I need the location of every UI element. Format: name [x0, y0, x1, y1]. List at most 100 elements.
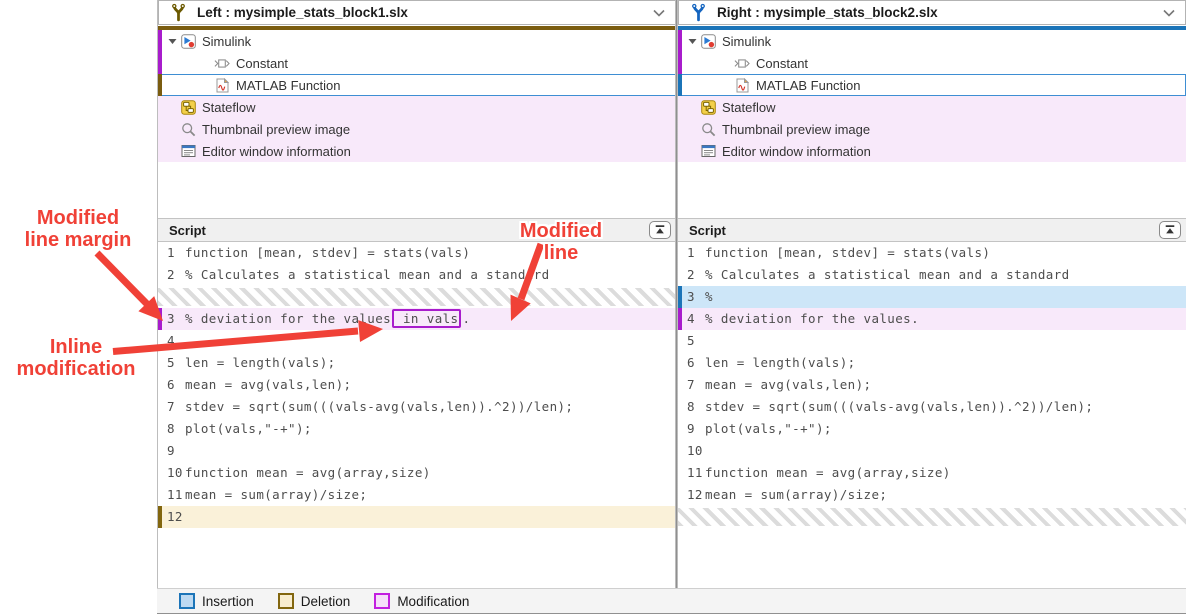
line-text: mean = sum(array)/size;: [705, 487, 887, 502]
left-script-header: Script: [158, 218, 676, 242]
line-number: 2: [687, 264, 705, 286]
code-line-3[interactable]: 3%: [678, 286, 1186, 308]
tree-item-label: Stateflow: [722, 100, 775, 115]
line-text: function mean = avg(array,size): [185, 465, 431, 480]
tree-item-editor-window-information[interactable]: Editor window information: [678, 140, 1186, 162]
tree-item-label: MATLAB Function: [236, 78, 341, 93]
code-line-9[interactable]: 9plot(vals,"-+");: [678, 418, 1186, 440]
code-line-2[interactable]: 2% Calculates a statistical mean and a s…: [158, 264, 676, 286]
legend-item-insertion: Insertion: [179, 593, 254, 609]
hatch-pattern: [678, 508, 1186, 526]
legend-label: Modification: [397, 594, 469, 609]
line-number: 9: [167, 440, 185, 462]
code-line-7[interactable]: 7stdev = sqrt(sum(((vals-avg(vals,len)).…: [158, 396, 676, 418]
line-number: 8: [687, 396, 705, 418]
legend-item-deletion: Deletion: [278, 593, 351, 609]
line-text: stdev = sqrt(sum(((vals-avg(vals,len)).^…: [705, 399, 1093, 414]
line-text: %: [705, 289, 713, 304]
code-line-10[interactable]: 10: [678, 440, 1186, 462]
code-line-7[interactable]: 7mean = avg(vals,len);: [678, 374, 1186, 396]
modified-margin-bar: [678, 308, 682, 330]
selected-item-margin-bar: [678, 74, 682, 96]
line-number: 11: [687, 462, 705, 484]
code-line-1[interactable]: 1function [mean, stdev] = stats(vals): [678, 242, 1186, 264]
line-number: 10: [687, 440, 705, 462]
line-number: 5: [167, 352, 185, 374]
line-text: % Calculates a statistical mean and a st…: [185, 267, 550, 282]
tree-item-thumbnail-preview-image[interactable]: Thumbnail preview image: [678, 118, 1186, 140]
code-line-6[interactable]: 6mean = avg(vals,len);: [158, 374, 676, 396]
code-line-10[interactable]: 10function mean = avg(array,size): [158, 462, 676, 484]
code-line-3[interactable]: 3% deviation for the values in vals.: [158, 308, 676, 330]
collapse-panel-button[interactable]: [1159, 221, 1181, 239]
compare-branch-icon: [168, 3, 188, 23]
left-panel: Left : mysimple_stats_block1.slx Simulin…: [157, 0, 676, 588]
line-text: function [mean, stdev] = stats(vals): [705, 245, 990, 260]
tree-item-simulink[interactable]: Simulink: [678, 30, 1186, 52]
line-number: 7: [687, 374, 705, 396]
alignment-filler-row: [158, 286, 676, 308]
editor-window-icon: [180, 144, 196, 159]
line-text: mean = avg(vals,len);: [185, 377, 351, 392]
right-panel: Right : mysimple_stats_block2.slx Simuli…: [678, 0, 1186, 588]
code-line-6[interactable]: 6len = length(vals);: [678, 352, 1186, 374]
left-tree: SimulinkConstant MATLAB Function Stateflow…: [158, 30, 676, 162]
left-file-title: Left : mysimple_stats_block1.slx: [197, 5, 653, 20]
constant-icon: [214, 56, 230, 71]
tree-item-stateflow[interactable]: Stateflow: [158, 96, 676, 118]
line-text: plot(vals,"-+");: [185, 421, 312, 436]
tree-item-label: Editor window information: [722, 144, 871, 159]
chevron-down-icon[interactable]: [653, 9, 665, 17]
code-line-8[interactable]: 8stdev = sqrt(sum(((vals-avg(vals,len)).…: [678, 396, 1186, 418]
code-line-1[interactable]: 1function [mean, stdev] = stats(vals): [158, 242, 676, 264]
legend-label: Deletion: [301, 594, 351, 609]
tree-item-matlab-function[interactable]: MATLAB Function: [158, 74, 676, 96]
tree-item-stateflow[interactable]: Stateflow: [678, 96, 1186, 118]
insertion-swatch-icon: [179, 593, 195, 609]
tree-item-constant[interactable]: Constant: [678, 52, 1186, 74]
modified-margin-bar: [158, 308, 162, 330]
tree-item-simulink[interactable]: Simulink: [158, 30, 676, 52]
right-script-header: Script: [678, 218, 1186, 242]
code-line-4[interactable]: 4% deviation for the values.: [678, 308, 1186, 330]
tree-item-editor-window-information[interactable]: Editor window information: [158, 140, 676, 162]
modification-swatch-icon: [374, 593, 390, 609]
code-line-11[interactable]: 11function mean = avg(array,size): [678, 462, 1186, 484]
code-line-5[interactable]: 5len = length(vals);: [158, 352, 676, 374]
tree-collapse-caret-icon[interactable]: [684, 38, 700, 45]
code-line-5[interactable]: 5: [678, 330, 1186, 352]
code-line-2[interactable]: 2% Calculates a statistical mean and a s…: [678, 264, 1186, 286]
script-panel-title: Script: [169, 223, 649, 238]
tree-item-thumbnail-preview-image[interactable]: Thumbnail preview image: [158, 118, 676, 140]
inline-modification-box[interactable]: in vals: [392, 309, 461, 328]
hatch-pattern: [158, 288, 676, 306]
tree-item-label: Editor window information: [202, 144, 351, 159]
line-number: 4: [687, 308, 705, 330]
right-code-view: 1function [mean, stdev] = stats(vals)2% …: [678, 242, 1186, 588]
tree-item-label: Thumbnail preview image: [202, 122, 350, 137]
matlab-function-icon: [734, 78, 750, 93]
editor-window-icon: [700, 144, 716, 159]
code-line-8[interactable]: 8plot(vals,"-+");: [158, 418, 676, 440]
line-number: 12: [687, 484, 705, 506]
simulink-icon: [180, 34, 196, 49]
code-line-11[interactable]: 11mean = sum(array)/size;: [158, 484, 676, 506]
line-number: 9: [687, 418, 705, 440]
line-number: 5: [687, 330, 705, 352]
line-text: % Calculates a statistical mean and a st…: [705, 267, 1070, 282]
code-line-9[interactable]: 9: [158, 440, 676, 462]
tree-item-constant[interactable]: Constant: [158, 52, 676, 74]
right-file-selector[interactable]: Right : mysimple_stats_block2.slx: [678, 0, 1186, 25]
tree-collapse-caret-icon[interactable]: [164, 38, 180, 45]
code-line-12[interactable]: 12mean = sum(array)/size;: [678, 484, 1186, 506]
left-file-selector[interactable]: Left : mysimple_stats_block1.slx: [158, 0, 676, 25]
code-line-12[interactable]: 12: [158, 506, 676, 528]
code-line-4[interactable]: 4: [158, 330, 676, 352]
comparison-tool-window: Left : mysimple_stats_block1.slx Simulin…: [0, 0, 1186, 614]
tree-item-label: Thumbnail preview image: [722, 122, 870, 137]
collapse-panel-button[interactable]: [649, 221, 671, 239]
inserted-margin-bar: [678, 286, 682, 308]
chevron-down-icon[interactable]: [1163, 9, 1175, 17]
tree-item-matlab-function[interactable]: MATLAB Function: [678, 74, 1186, 96]
line-text-segment: .: [462, 311, 470, 326]
